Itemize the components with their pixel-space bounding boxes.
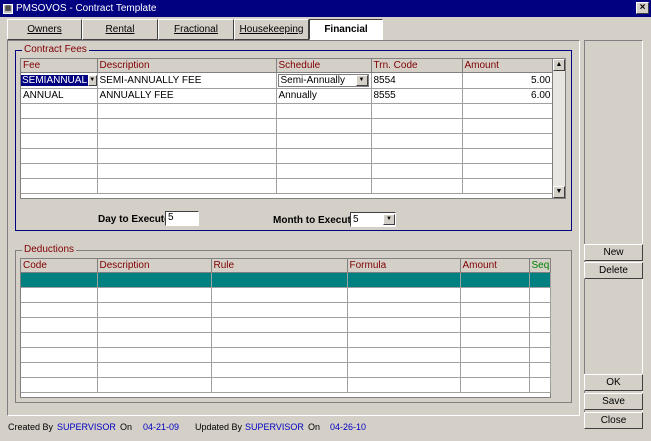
day-to-execute-input[interactable]: 5 (165, 211, 199, 226)
table-row[interactable] (21, 118, 554, 134)
col-description[interactable]: Description (97, 259, 212, 273)
window-title: PMSOVOS - Contract Template (16, 3, 157, 14)
deductions-grid: Code Description Rule Formula Amount Seq… (20, 258, 551, 398)
save-button[interactable]: Save (584, 393, 643, 410)
title-bar: ▦ PMSOVOS - Contract Template × (0, 0, 651, 17)
close-icon[interactable]: × (636, 2, 649, 14)
ok-button[interactable]: OK (584, 374, 643, 391)
table-row[interactable] (21, 103, 554, 119)
col-rule[interactable]: Rule (211, 259, 348, 273)
col-formula[interactable]: Formula (347, 259, 461, 273)
col-fee[interactable]: Fee (21, 59, 98, 73)
table-row[interactable] (21, 302, 551, 318)
description-cell[interactable]: ANNUALLY FEE (97, 88, 277, 104)
col-amount[interactable]: Amount (462, 59, 554, 73)
month-to-execute-label: Month to Execute (273, 215, 357, 226)
schedule-cell[interactable]: Annually (276, 88, 372, 104)
table-row[interactable] (21, 377, 551, 393)
updated-on-value: 04-26-10 (330, 422, 367, 432)
tab-bar: Owners Rental Fractional Housekeeping Fi… (7, 19, 383, 40)
table-row[interactable] (21, 317, 551, 333)
day-to-execute-label: Day to Execute (98, 214, 170, 225)
col-amount[interactable]: Amount (460, 259, 530, 273)
month-to-execute-select[interactable]: 5 ▼ (350, 212, 396, 227)
month-to-execute-value: 5 (353, 214, 359, 225)
amount-cell[interactable]: 6.00 (462, 88, 554, 104)
updated-on-label: On (308, 422, 321, 432)
amount-cell[interactable]: 5.00 (462, 72, 554, 89)
table-row[interactable]: ANNUAL ANNUALLY FEE Annually 8555 6.00 (21, 88, 554, 104)
col-schedule[interactable]: Schedule (276, 59, 372, 73)
tab-fractional[interactable]: Fractional (158, 19, 234, 40)
updated-by-label: Updated By (195, 422, 243, 432)
table-row[interactable] (21, 133, 554, 149)
col-trn-code[interactable]: Trn. Code (371, 59, 463, 73)
trn-code-cell[interactable]: 8555 (371, 88, 463, 104)
trn-code-cell[interactable]: 8554 (371, 72, 463, 89)
schedule-cell[interactable]: Semi-Annually ▼ (276, 72, 372, 89)
description-cell[interactable]: SEMI-ANNUALLY FEE (97, 72, 277, 89)
col-description[interactable]: Description (97, 59, 277, 73)
table-row[interactable] (21, 178, 554, 194)
tab-housekeeping[interactable]: Housekeeping (234, 19, 309, 40)
schedule-value: Semi-Annually (280, 74, 345, 86)
created-by-label: Created By (8, 422, 54, 432)
fees-scrollbar[interactable]: ▲ ▼ (552, 59, 565, 198)
scroll-up-icon[interactable]: ▲ (553, 59, 565, 71)
delete-button[interactable]: Delete (584, 262, 643, 279)
tab-owners[interactable]: Owners (7, 19, 82, 40)
table-row[interactable] (21, 148, 554, 164)
contract-fees-title: Contract Fees (22, 44, 89, 55)
chevron-down-icon[interactable]: ▼ (383, 214, 395, 225)
created-by-value: SUPERVISOR (57, 422, 116, 432)
chevron-down-icon[interactable]: ▼ (355, 74, 368, 86)
updated-by-value: SUPERVISOR (245, 422, 304, 432)
fee-cell[interactable]: ANNUAL (21, 88, 98, 104)
col-seq[interactable]: Seq. (529, 259, 551, 273)
created-on-label: On (120, 422, 133, 432)
deductions-title: Deductions (22, 244, 77, 255)
table-row[interactable]: SEMIANNUAL ▼ SEMI-ANNUALLY FEE Semi-Annu… (21, 72, 554, 89)
fee-cell[interactable]: SEMIANNUAL ▼ (21, 72, 98, 89)
close-button[interactable]: Close (584, 412, 643, 429)
table-row[interactable] (21, 347, 551, 363)
fee-dropdown-icon[interactable]: ▼ (88, 74, 96, 86)
tab-financial[interactable]: Financial (309, 19, 383, 40)
table-row[interactable] (21, 163, 554, 179)
new-button[interactable]: New (584, 244, 643, 261)
table-row[interactable] (21, 332, 551, 348)
tab-rental[interactable]: Rental (82, 19, 158, 40)
table-row[interactable] (21, 362, 551, 378)
table-row[interactable] (21, 287, 551, 303)
fee-value: SEMIANNUAL (21, 74, 89, 86)
table-row[interactable] (21, 272, 551, 288)
contract-fees-grid: Fee Description Schedule Trn. Code Amoun… (20, 58, 566, 199)
scroll-down-icon[interactable]: ▼ (553, 186, 565, 198)
side-panel (584, 40, 643, 416)
app-icon: ▦ (3, 3, 13, 14)
created-on-value: 04-21-09 (143, 422, 180, 432)
col-code[interactable]: Code (21, 259, 98, 273)
